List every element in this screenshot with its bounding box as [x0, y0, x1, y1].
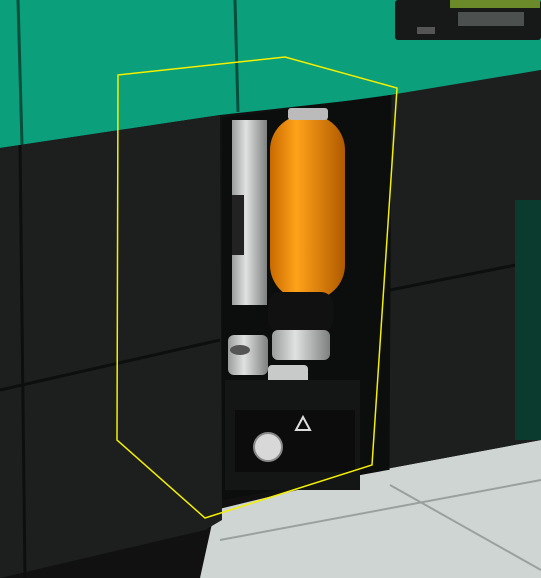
oxygen-canister[interactable]	[270, 115, 345, 300]
game-viewport[interactable]	[0, 0, 541, 578]
scene-render	[0, 0, 541, 578]
pressure-gauge-icon	[253, 432, 283, 462]
